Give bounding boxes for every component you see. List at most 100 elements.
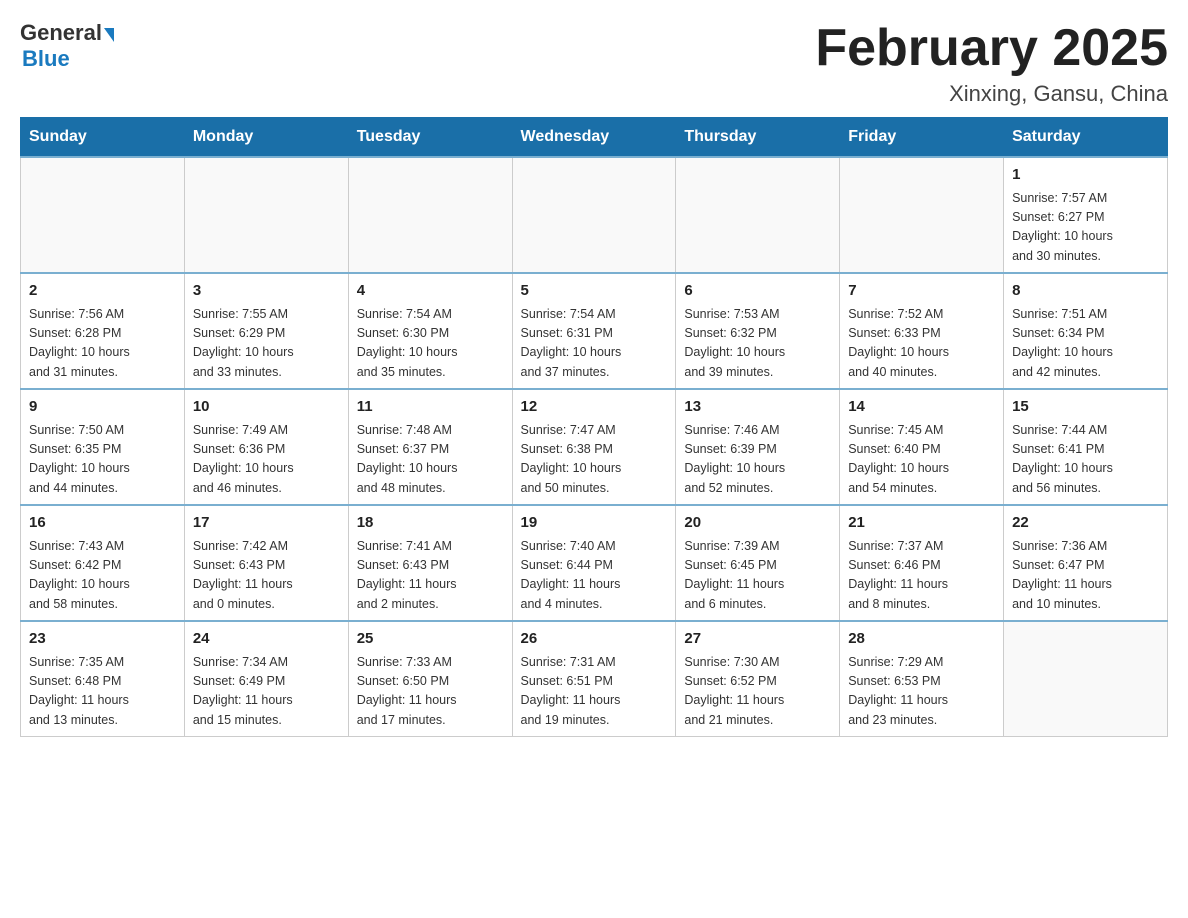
calendar-cell: 26Sunrise: 7:31 AM Sunset: 6:51 PM Dayli… xyxy=(512,621,676,737)
day-info: Sunrise: 7:47 AM Sunset: 6:38 PM Dayligh… xyxy=(521,421,668,499)
day-info: Sunrise: 7:55 AM Sunset: 6:29 PM Dayligh… xyxy=(193,305,340,383)
logo-arrow-icon xyxy=(104,28,114,42)
calendar-cell: 27Sunrise: 7:30 AM Sunset: 6:52 PM Dayli… xyxy=(676,621,840,737)
calendar-cell: 18Sunrise: 7:41 AM Sunset: 6:43 PM Dayli… xyxy=(348,505,512,621)
day-number: 7 xyxy=(848,280,995,303)
day-info: Sunrise: 7:46 AM Sunset: 6:39 PM Dayligh… xyxy=(684,421,831,499)
day-info: Sunrise: 7:48 AM Sunset: 6:37 PM Dayligh… xyxy=(357,421,504,499)
day-info: Sunrise: 7:54 AM Sunset: 6:30 PM Dayligh… xyxy=(357,305,504,383)
calendar-table: SundayMondayTuesdayWednesdayThursdayFrid… xyxy=(20,117,1168,737)
calendar-cell: 9Sunrise: 7:50 AM Sunset: 6:35 PM Daylig… xyxy=(21,389,185,505)
column-header-wednesday: Wednesday xyxy=(512,118,676,158)
column-header-saturday: Saturday xyxy=(1004,118,1168,158)
week-row-4: 16Sunrise: 7:43 AM Sunset: 6:42 PM Dayli… xyxy=(21,505,1168,621)
calendar-cell: 14Sunrise: 7:45 AM Sunset: 6:40 PM Dayli… xyxy=(840,389,1004,505)
day-info: Sunrise: 7:56 AM Sunset: 6:28 PM Dayligh… xyxy=(29,305,176,383)
calendar-cell: 24Sunrise: 7:34 AM Sunset: 6:49 PM Dayli… xyxy=(184,621,348,737)
day-number: 19 xyxy=(521,512,668,535)
day-info: Sunrise: 7:50 AM Sunset: 6:35 PM Dayligh… xyxy=(29,421,176,499)
calendar-title: February 2025 xyxy=(815,20,1168,77)
calendar-cell: 11Sunrise: 7:48 AM Sunset: 6:37 PM Dayli… xyxy=(348,389,512,505)
calendar-cell: 28Sunrise: 7:29 AM Sunset: 6:53 PM Dayli… xyxy=(840,621,1004,737)
calendar-cell: 19Sunrise: 7:40 AM Sunset: 6:44 PM Dayli… xyxy=(512,505,676,621)
day-number: 26 xyxy=(521,628,668,651)
day-number: 6 xyxy=(684,280,831,303)
day-info: Sunrise: 7:34 AM Sunset: 6:49 PM Dayligh… xyxy=(193,653,340,731)
calendar-cell: 5Sunrise: 7:54 AM Sunset: 6:31 PM Daylig… xyxy=(512,273,676,389)
calendar-cell: 2Sunrise: 7:56 AM Sunset: 6:28 PM Daylig… xyxy=(21,273,185,389)
title-block: February 2025 Xinxing, Gansu, China xyxy=(815,20,1168,107)
day-number: 16 xyxy=(29,512,176,535)
day-info: Sunrise: 7:43 AM Sunset: 6:42 PM Dayligh… xyxy=(29,537,176,615)
calendar-cell: 15Sunrise: 7:44 AM Sunset: 6:41 PM Dayli… xyxy=(1004,389,1168,505)
day-info: Sunrise: 7:52 AM Sunset: 6:33 PM Dayligh… xyxy=(848,305,995,383)
logo-general-text: General xyxy=(20,20,102,46)
calendar-cell: 8Sunrise: 7:51 AM Sunset: 6:34 PM Daylig… xyxy=(1004,273,1168,389)
day-number: 4 xyxy=(357,280,504,303)
day-number: 12 xyxy=(521,396,668,419)
day-number: 23 xyxy=(29,628,176,651)
day-info: Sunrise: 7:54 AM Sunset: 6:31 PM Dayligh… xyxy=(521,305,668,383)
day-info: Sunrise: 7:31 AM Sunset: 6:51 PM Dayligh… xyxy=(521,653,668,731)
week-row-2: 2Sunrise: 7:56 AM Sunset: 6:28 PM Daylig… xyxy=(21,273,1168,389)
week-row-5: 23Sunrise: 7:35 AM Sunset: 6:48 PM Dayli… xyxy=(21,621,1168,737)
day-number: 1 xyxy=(1012,164,1159,187)
calendar-cell xyxy=(184,157,348,273)
day-number: 18 xyxy=(357,512,504,535)
day-number: 14 xyxy=(848,396,995,419)
calendar-cell: 16Sunrise: 7:43 AM Sunset: 6:42 PM Dayli… xyxy=(21,505,185,621)
column-header-thursday: Thursday xyxy=(676,118,840,158)
calendar-cell: 25Sunrise: 7:33 AM Sunset: 6:50 PM Dayli… xyxy=(348,621,512,737)
day-number: 21 xyxy=(848,512,995,535)
day-number: 13 xyxy=(684,396,831,419)
calendar-cell xyxy=(676,157,840,273)
day-info: Sunrise: 7:29 AM Sunset: 6:53 PM Dayligh… xyxy=(848,653,995,731)
calendar-cell: 3Sunrise: 7:55 AM Sunset: 6:29 PM Daylig… xyxy=(184,273,348,389)
calendar-cell: 17Sunrise: 7:42 AM Sunset: 6:43 PM Dayli… xyxy=(184,505,348,621)
week-row-1: 1Sunrise: 7:57 AM Sunset: 6:27 PM Daylig… xyxy=(21,157,1168,273)
day-number: 25 xyxy=(357,628,504,651)
calendar-cell: 10Sunrise: 7:49 AM Sunset: 6:36 PM Dayli… xyxy=(184,389,348,505)
calendar-cell xyxy=(21,157,185,273)
day-info: Sunrise: 7:42 AM Sunset: 6:43 PM Dayligh… xyxy=(193,537,340,615)
calendar-cell xyxy=(1004,621,1168,737)
day-info: Sunrise: 7:51 AM Sunset: 6:34 PM Dayligh… xyxy=(1012,305,1159,383)
calendar-cell: 20Sunrise: 7:39 AM Sunset: 6:45 PM Dayli… xyxy=(676,505,840,621)
calendar-cell: 6Sunrise: 7:53 AM Sunset: 6:32 PM Daylig… xyxy=(676,273,840,389)
calendar-cell: 4Sunrise: 7:54 AM Sunset: 6:30 PM Daylig… xyxy=(348,273,512,389)
day-number: 9 xyxy=(29,396,176,419)
logo-blue-text: Blue xyxy=(22,46,70,72)
day-header-row: SundayMondayTuesdayWednesdayThursdayFrid… xyxy=(21,118,1168,158)
day-info: Sunrise: 7:40 AM Sunset: 6:44 PM Dayligh… xyxy=(521,537,668,615)
day-info: Sunrise: 7:39 AM Sunset: 6:45 PM Dayligh… xyxy=(684,537,831,615)
page-header: General Blue February 2025 Xinxing, Gans… xyxy=(20,20,1168,107)
day-info: Sunrise: 7:45 AM Sunset: 6:40 PM Dayligh… xyxy=(848,421,995,499)
day-number: 24 xyxy=(193,628,340,651)
calendar-cell: 23Sunrise: 7:35 AM Sunset: 6:48 PM Dayli… xyxy=(21,621,185,737)
day-number: 20 xyxy=(684,512,831,535)
day-number: 10 xyxy=(193,396,340,419)
day-number: 11 xyxy=(357,396,504,419)
day-number: 27 xyxy=(684,628,831,651)
column-header-sunday: Sunday xyxy=(21,118,185,158)
calendar-cell: 13Sunrise: 7:46 AM Sunset: 6:39 PM Dayli… xyxy=(676,389,840,505)
day-number: 22 xyxy=(1012,512,1159,535)
calendar-cell: 12Sunrise: 7:47 AM Sunset: 6:38 PM Dayli… xyxy=(512,389,676,505)
day-info: Sunrise: 7:41 AM Sunset: 6:43 PM Dayligh… xyxy=(357,537,504,615)
calendar-cell: 22Sunrise: 7:36 AM Sunset: 6:47 PM Dayli… xyxy=(1004,505,1168,621)
day-info: Sunrise: 7:35 AM Sunset: 6:48 PM Dayligh… xyxy=(29,653,176,731)
calendar-cell xyxy=(840,157,1004,273)
column-header-tuesday: Tuesday xyxy=(348,118,512,158)
week-row-3: 9Sunrise: 7:50 AM Sunset: 6:35 PM Daylig… xyxy=(21,389,1168,505)
calendar-subtitle: Xinxing, Gansu, China xyxy=(815,81,1168,107)
column-header-monday: Monday xyxy=(184,118,348,158)
day-number: 3 xyxy=(193,280,340,303)
day-info: Sunrise: 7:49 AM Sunset: 6:36 PM Dayligh… xyxy=(193,421,340,499)
day-number: 2 xyxy=(29,280,176,303)
day-info: Sunrise: 7:36 AM Sunset: 6:47 PM Dayligh… xyxy=(1012,537,1159,615)
logo: General Blue xyxy=(20,20,114,72)
day-info: Sunrise: 7:44 AM Sunset: 6:41 PM Dayligh… xyxy=(1012,421,1159,499)
calendar-cell xyxy=(512,157,676,273)
day-number: 17 xyxy=(193,512,340,535)
calendar-cell: 21Sunrise: 7:37 AM Sunset: 6:46 PM Dayli… xyxy=(840,505,1004,621)
